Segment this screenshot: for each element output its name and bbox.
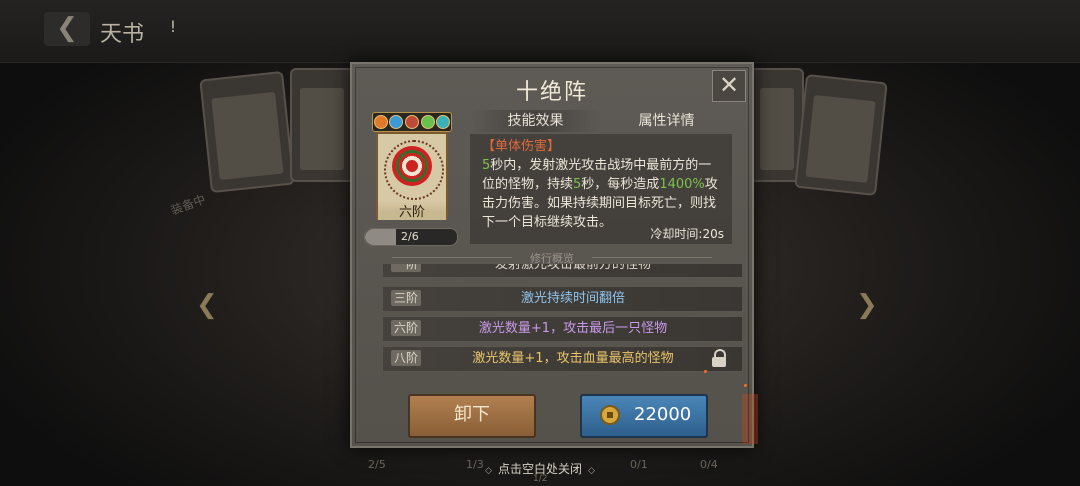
blood-element-icon	[404, 115, 419, 129]
wood-element-icon	[420, 115, 435, 129]
skill-description[interactable]: 【单体伤害】 5秒内，发射激光攻击战场中最前方的一位的怪物，持续5秒，每秒造成1…	[470, 134, 732, 244]
progress-fill	[365, 229, 396, 245]
formation-emblem-icon	[392, 146, 432, 186]
skill-detail-modal: 十绝阵 ✕ 六阶 2/6 技能效果 属性详情 【单体伤害】 5秒内，发射激光攻击…	[350, 62, 758, 448]
coin-icon	[600, 405, 620, 425]
tier-rank: 一阶	[391, 264, 421, 272]
page-title: 天书	[100, 22, 145, 47]
tier-row: 三阶 激光持续时间翻倍	[382, 286, 742, 312]
modal-title: 十绝阵	[515, 80, 588, 105]
close-hint[interactable]: ◇ 点击空白处关闭 ◇	[0, 460, 1080, 477]
skill-rank: 六阶	[378, 201, 446, 220]
tier-list[interactable]: 一阶 发射激光攻击最前方的怪物 三阶 激光持续时间翻倍 六阶 激光数量+1，攻击…	[382, 264, 742, 372]
left-arrow-icon[interactable]: ❮	[196, 290, 218, 320]
ember-decoration	[744, 384, 747, 387]
info-icon[interactable]: !	[162, 16, 184, 38]
progress-text: 2/6	[401, 230, 419, 243]
tab-skill-effect[interactable]: 技能效果	[470, 110, 601, 132]
back-arrow-icon[interactable]: ❮	[44, 12, 90, 46]
tier-rank: 六阶	[391, 320, 421, 336]
background-card-locked[interactable]	[794, 74, 888, 196]
rank-progress-bar: 2/6	[364, 228, 458, 246]
water-element-icon	[389, 115, 404, 129]
tier-rank: 八阶	[391, 350, 421, 366]
tab-attribute-details[interactable]: 属性详情	[601, 110, 732, 132]
tier-text: 激光持续时间翻倍	[520, 291, 625, 306]
unequip-button[interactable]: 卸下	[408, 394, 536, 438]
close-icon[interactable]: ✕	[712, 70, 746, 102]
tier-row: 六阶 激光数量+1，攻击最后一只怪物	[382, 316, 742, 342]
top-bar: ❮ 天书 !	[0, 0, 1080, 63]
right-arrow-icon[interactable]: ❯	[856, 290, 878, 320]
upgrade-button[interactable]: 22000	[580, 394, 708, 438]
cooldown-text: 冷却时间:20s	[650, 227, 724, 241]
ember-decoration	[704, 370, 707, 373]
damage-type-tag: 【单体伤害】	[482, 139, 561, 154]
tab-bar: 技能效果 属性详情	[470, 110, 732, 132]
background-card[interactable]	[290, 68, 354, 182]
tier-text: 激光数量+1，攻击最后一只怪物	[478, 321, 668, 336]
close-hint-text: 点击空白处关闭	[497, 462, 582, 476]
element-icons	[372, 112, 452, 132]
wind-element-icon	[436, 115, 451, 129]
tier-rank: 三阶	[391, 290, 421, 306]
tier-row: 一阶 发射激光攻击最前方的怪物	[382, 264, 742, 278]
background-card[interactable]	[199, 70, 295, 194]
diamond-icon: ◇	[588, 466, 595, 476]
section-title: 修行概览	[392, 250, 712, 265]
tier-text: 发射激光攻击最前方的怪物	[494, 264, 651, 272]
torn-edge-decoration	[742, 394, 758, 444]
lock-icon	[711, 349, 727, 367]
fire-element-icon	[373, 115, 388, 129]
skill-card: 六阶	[376, 132, 448, 220]
upgrade-cost: 22000	[634, 404, 692, 425]
description-text: 5秒内，发射激光攻击战场中最前方的一位的怪物，持续5秒，每秒造成1400%攻击力…	[482, 158, 718, 230]
diamond-icon: ◇	[485, 466, 492, 476]
tier-text: 激光数量+1，攻击血量最高的怪物	[472, 351, 674, 366]
tier-row-locked: 八阶 激光数量+1，攻击血量最高的怪物	[382, 346, 742, 372]
